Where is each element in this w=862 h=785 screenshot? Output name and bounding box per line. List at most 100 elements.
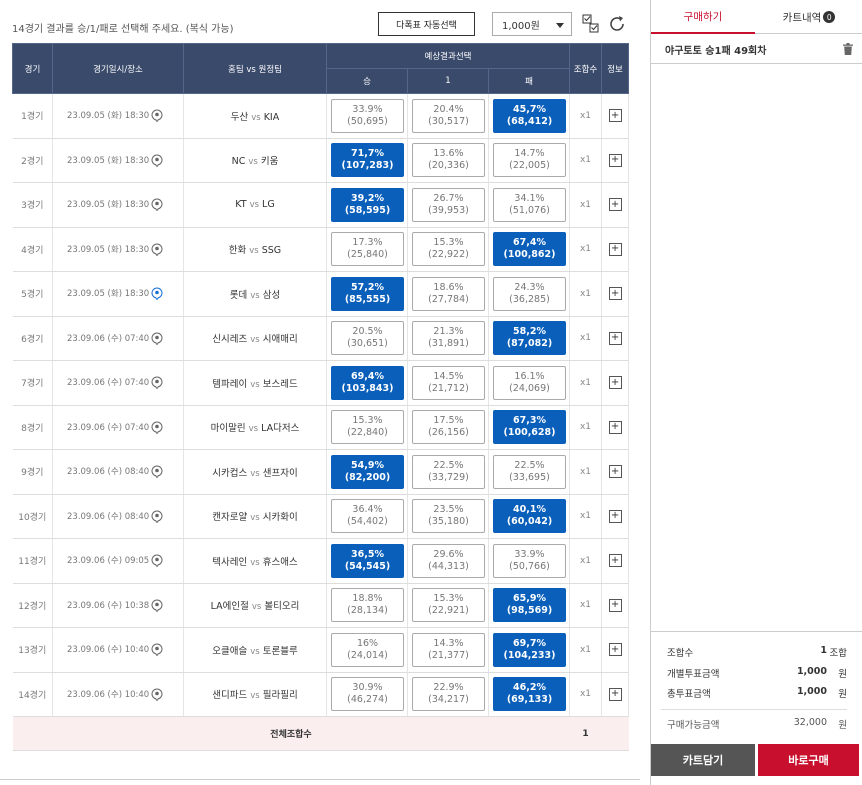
odd-lose-button[interactable]: 67,3% (100,628): [493, 410, 566, 445]
location-pin-icon[interactable]: [151, 109, 163, 123]
odd-win-count: (103,843): [341, 382, 394, 394]
odd-win-button[interactable]: 15.3% (22,840): [331, 410, 404, 445]
location-pin-icon[interactable]: [151, 243, 163, 256]
combo-multiplier: x1: [569, 316, 603, 361]
trash-icon[interactable]: [843, 43, 853, 55]
refresh-icon[interactable]: [609, 14, 627, 34]
plus-icon[interactable]: +: [608, 287, 622, 301]
plus-icon[interactable]: +: [608, 554, 622, 568]
plus-icon[interactable]: +: [608, 242, 622, 256]
odd-lose-button[interactable]: 33.9% (50,766): [493, 543, 566, 578]
odd-lose-button[interactable]: 16.1% (24,069): [493, 365, 566, 400]
location-pin-icon[interactable]: [151, 643, 163, 657]
odd-draw-button[interactable]: 23.5% (35,180): [412, 499, 485, 534]
odd-win-button[interactable]: 71,7% (107,283): [331, 143, 404, 178]
amount-select[interactable]: 1,000원: [492, 12, 572, 36]
purchase-summary: 조합수 1 조합 개별투표금액 1,000 원 총투표금액 1,000 원 구매…: [651, 631, 862, 735]
odd-draw-button[interactable]: 13.6% (20,336): [412, 143, 485, 178]
odd-lose-button[interactable]: 65,9% (98,569): [493, 588, 566, 623]
odd-win-button[interactable]: 33.9% (50,695): [331, 98, 404, 133]
plus-icon[interactable]: +: [608, 198, 622, 212]
vs-label: vs: [250, 468, 260, 479]
odd-draw-button[interactable]: 18.6% (27,784): [412, 276, 485, 311]
odd-draw-button[interactable]: 15.3% (22,921): [412, 588, 485, 623]
odd-win-button[interactable]: 69,4% (103,843): [331, 365, 404, 400]
tab-cart[interactable]: 카트내역 0: [757, 0, 861, 34]
home-team: LA에인절: [210, 601, 249, 613]
plus-icon[interactable]: +: [608, 420, 622, 434]
odd-lose-button[interactable]: 58,2% (87,082): [493, 321, 566, 356]
location-pin-icon[interactable]: [151, 465, 163, 479]
plus-icon[interactable]: +: [608, 376, 622, 390]
location-pin-icon[interactable]: [151, 154, 163, 167]
odd-win-button[interactable]: 57,2% (85,555): [331, 276, 404, 311]
checkbox-toggle-icon[interactable]: [582, 14, 600, 34]
plus-icon[interactable]: +: [608, 153, 622, 167]
odd-lose-button[interactable]: 14.7% (22,005): [493, 143, 566, 178]
odd-lose-button[interactable]: 67,4% (100,862): [493, 232, 566, 267]
match-teams: 마이말린 vs LA다저스: [183, 405, 327, 450]
plus-icon[interactable]: +: [608, 109, 622, 123]
info-cell: +: [601, 360, 630, 406]
odd-draw-button[interactable]: 17.5% (26,156): [412, 410, 485, 445]
odd-draw-button[interactable]: 21.3% (31,891): [412, 321, 485, 356]
odd-draw-button[interactable]: 20.4% (30,517): [412, 98, 485, 133]
odd-lose-button[interactable]: 24.3% (36,285): [493, 276, 566, 311]
odd-lose-button[interactable]: 40,1% (60,042): [493, 499, 566, 534]
odd-win-button[interactable]: 54,9% (82,200): [331, 454, 404, 489]
odd-win-button[interactable]: 16% (24,014): [331, 632, 404, 667]
odd-lose-button[interactable]: 34.1% (51,076): [493, 187, 566, 222]
location-pin-icon[interactable]: [151, 421, 163, 434]
plus-icon[interactable]: +: [608, 509, 622, 523]
combo-multiplier: x1: [569, 93, 603, 139]
summary-divider: [661, 709, 847, 710]
location-pin-icon[interactable]: [151, 599, 163, 612]
odd-win-button[interactable]: 36.4% (54,402): [331, 499, 404, 534]
odd-win-button[interactable]: 20.5% (30,651): [331, 321, 404, 356]
odd-win-button[interactable]: 30.9% (46,274): [331, 677, 404, 712]
odd-win-button[interactable]: 18.8% (28,134): [331, 588, 404, 623]
game-datetime-cell: 23.09.06 (수) 10:40: [52, 672, 184, 717]
odd-lose-button[interactable]: 46,2% (69,133): [493, 677, 566, 712]
odd-win-button[interactable]: 17.3% (25,840): [331, 232, 404, 267]
odd-draw-button[interactable]: 22.5% (33,729): [412, 454, 485, 489]
odd-win-button[interactable]: 39,2% (58,595): [331, 187, 404, 222]
odd-draw-button[interactable]: 26.7% (39,953): [412, 187, 485, 222]
plus-icon[interactable]: +: [608, 643, 622, 657]
location-pin-icon[interactable]: [151, 510, 163, 523]
location-pin-icon[interactable]: [151, 287, 163, 301]
home-team: KT: [235, 199, 247, 211]
match-teams: 두산 vs KIA: [183, 93, 327, 139]
odd-draw-count: (30,517): [428, 115, 469, 127]
add-to-cart-button[interactable]: 카트담기: [651, 744, 755, 776]
tab-buy[interactable]: 구매하기: [651, 0, 755, 34]
odd-cell-draw: 23.5% (35,180): [407, 494, 489, 539]
header-prediction: 예상결과선택: [325, 43, 571, 69]
odd-lose-button[interactable]: 69,7% (104,233): [493, 632, 566, 667]
summary-each-unit: 원: [838, 669, 847, 680]
odd-draw-button[interactable]: 15.3% (22,922): [412, 232, 485, 267]
vs-label: vs: [250, 379, 260, 390]
plus-icon[interactable]: +: [608, 331, 622, 345]
location-pin-icon[interactable]: [151, 332, 163, 345]
plus-icon[interactable]: +: [608, 687, 622, 701]
odd-lose-button[interactable]: 45,7% (68,412): [493, 98, 566, 133]
odd-draw-button[interactable]: 14.5% (21,712): [412, 365, 485, 400]
odd-draw-button[interactable]: 29.6% (44,313): [412, 543, 485, 578]
odd-win-button[interactable]: 36,5% (54,545): [331, 543, 404, 578]
auto-select-button[interactable]: 다폭표 자동선택: [378, 12, 475, 36]
buy-now-button[interactable]: 바로구매: [758, 744, 859, 776]
plus-icon[interactable]: +: [608, 465, 622, 479]
odd-draw-button[interactable]: 14.3% (21,377): [412, 632, 485, 667]
odd-lose-button[interactable]: 22.5% (33,695): [493, 454, 566, 489]
plus-icon[interactable]: +: [608, 598, 622, 612]
odd-draw-button[interactable]: 22.9% (34,217): [412, 677, 485, 712]
home-team: 롯데: [229, 289, 248, 301]
location-pin-icon[interactable]: [151, 198, 163, 212]
location-pin-icon[interactable]: [151, 376, 163, 390]
match-teams: 롯데 vs 삼성: [183, 271, 327, 317]
odd-cell-draw: 14.3% (21,377): [407, 627, 489, 673]
location-pin-icon[interactable]: [151, 688, 163, 701]
game-number: 10경기: [12, 494, 53, 539]
location-pin-icon[interactable]: [151, 554, 163, 568]
